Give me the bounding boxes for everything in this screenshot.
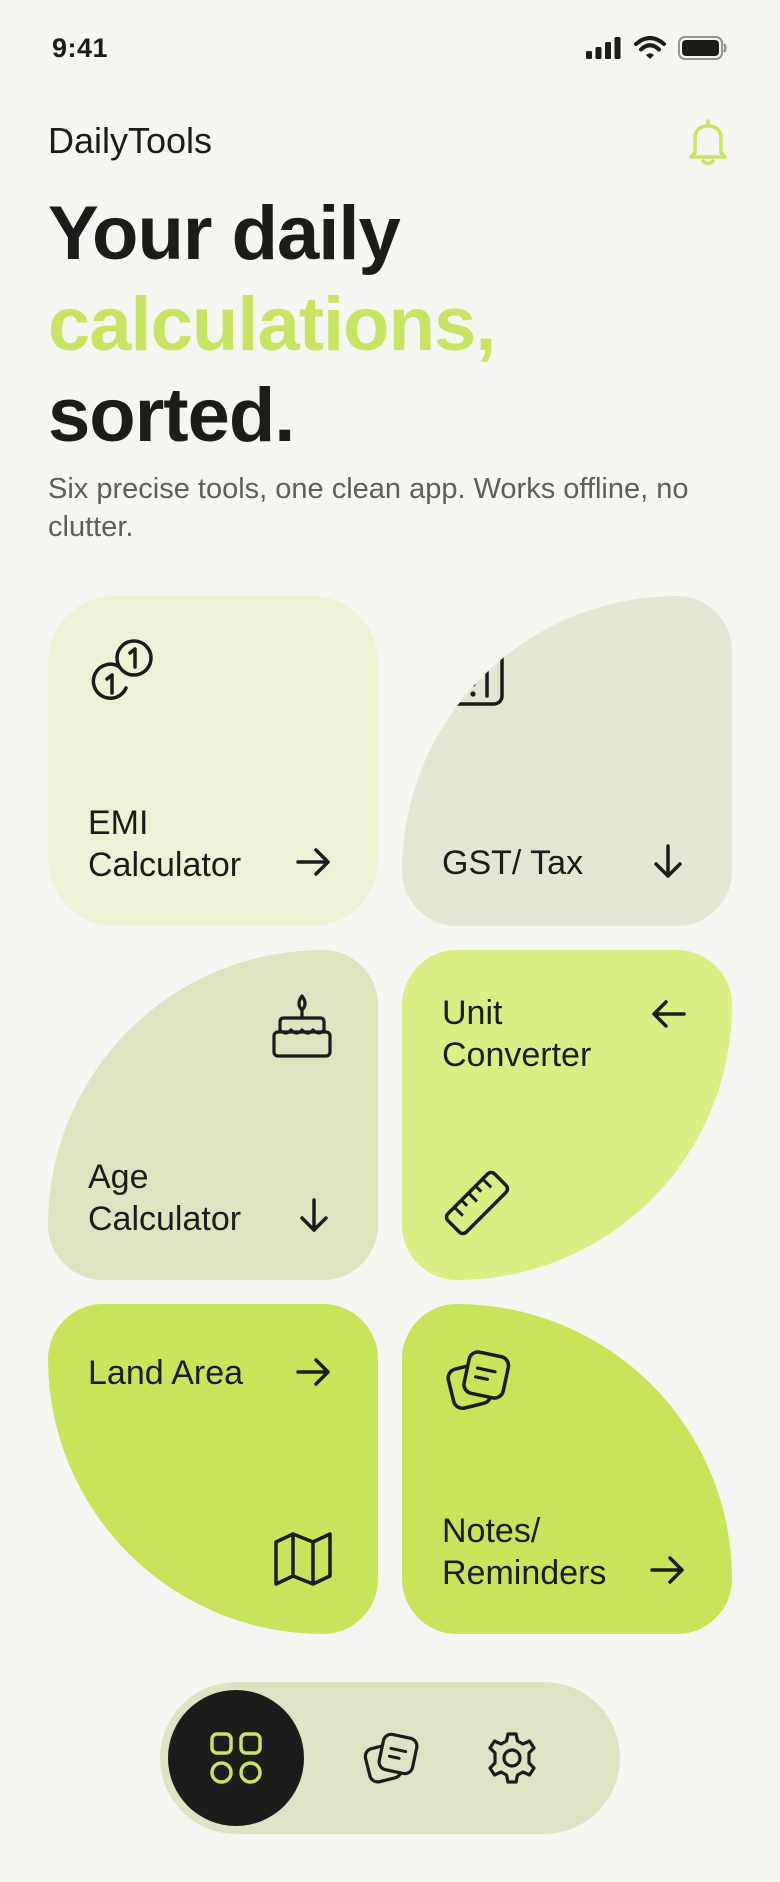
land-label: Land Area	[88, 1354, 244, 1392]
age-label-line-2: Calculator	[88, 1200, 242, 1238]
map-icon	[274, 1532, 332, 1586]
bottom-nav	[160, 1682, 620, 1834]
nav-home-button[interactable]	[168, 1690, 304, 1826]
arrow-right-icon	[650, 1556, 684, 1584]
tool-tile-gst-tax[interactable]: GST/ Tax	[402, 596, 732, 926]
emi-label-line-2: Calculator	[88, 846, 242, 884]
tool-tile-unit-converter[interactable]: Unit Converter	[402, 950, 732, 1280]
headline-line-3: sorted.	[48, 373, 295, 458]
nav-notes-button[interactable]	[360, 1728, 420, 1788]
hero-headline: Your daily calculations, sorted.	[48, 188, 496, 461]
age-label-line-1: Age	[88, 1158, 149, 1196]
cake-icon	[272, 994, 332, 1058]
tool-tile-emi-calculator[interactable]: EMI Calculator	[48, 596, 378, 926]
tool-tile-age-calculator[interactable]: Age Calculator	[48, 950, 378, 1280]
signal-icon	[586, 37, 621, 59]
notes-label-line-1: Notes/	[442, 1512, 541, 1550]
notes-icon	[363, 1732, 419, 1784]
headline-line-2: calculations,	[48, 282, 496, 367]
gear-icon	[488, 1732, 536, 1784]
arrow-right-icon	[296, 1358, 330, 1386]
coins-icon	[91, 639, 153, 700]
unit-label-line-2: Converter	[442, 1036, 592, 1074]
headline-line-1: Your daily	[48, 191, 401, 276]
status-icons	[586, 36, 728, 60]
arrow-down-icon	[300, 1198, 328, 1232]
battery-icon	[678, 36, 727, 60]
status-bar: 9:41	[52, 28, 728, 68]
arrow-right-icon	[296, 848, 330, 876]
app-brand: DailyTools	[48, 120, 213, 161]
notes-label: Notes/ Reminders	[442, 1510, 606, 1594]
wifi-icon	[634, 36, 666, 59]
notes-icon	[446, 1350, 511, 1411]
arrow-left-icon	[652, 1000, 686, 1028]
tool-tile-notes-reminders[interactable]: Notes/ Reminders	[402, 1304, 732, 1634]
calculator-icon	[448, 640, 504, 706]
bell-icon[interactable]	[686, 118, 730, 168]
emi-label: EMI Calculator	[88, 802, 241, 886]
nav-settings-button[interactable]	[482, 1728, 542, 1788]
arrow-down-icon	[654, 844, 682, 878]
hero-subtitle: Six precise tools, one clean app. Works …	[48, 473, 689, 543]
unit-label: Unit Converter	[442, 992, 591, 1076]
notes-label-line-2: Reminders	[442, 1554, 607, 1592]
gst-label: GST/ Tax	[442, 844, 584, 882]
emi-label-line-1: EMI	[88, 804, 149, 842]
unit-label-line-1: Unit	[442, 994, 503, 1032]
grid-icon	[210, 1732, 262, 1784]
status-time: 9:41	[52, 32, 109, 63]
age-label: Age Calculator	[88, 1156, 241, 1240]
tool-tile-land-area[interactable]: Land Area	[48, 1304, 378, 1634]
ruler-icon	[444, 1170, 510, 1236]
